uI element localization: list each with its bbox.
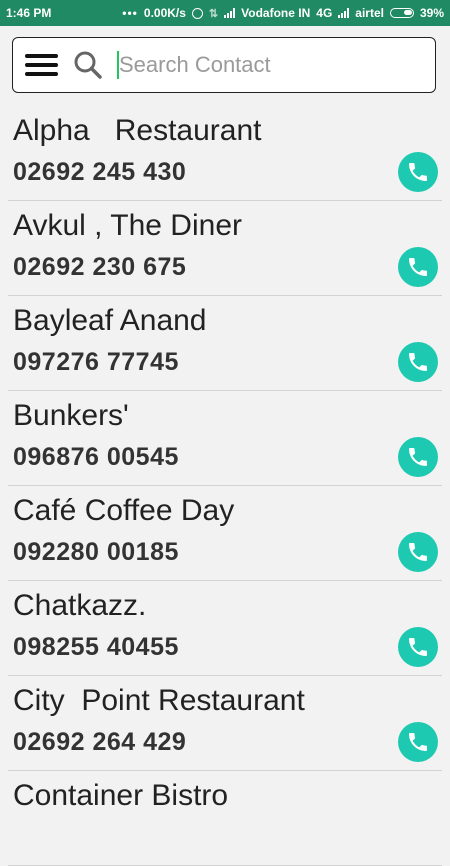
status-indicators: ••• 0.00K/s ⇅ Vodafone IN 4G airtel 39% [122, 6, 444, 20]
contact-phone: 02692 230 675 [13, 253, 187, 281]
battery-icon [389, 8, 414, 18]
phone-call-icon[interactable] [398, 627, 438, 667]
contact-phone: 02692 245 430 [13, 158, 187, 186]
search-input[interactable] [119, 52, 419, 78]
notification-dots: ••• [122, 6, 138, 20]
status-bar: 1:46 PM ••• 0.00K/s ⇅ Vodafone IN 4G air… [0, 0, 450, 26]
contact-name: Avkul , The Diner [13, 209, 242, 242]
contact-list: Alpha Restaurant 02692 245 430 Avkul , The… [0, 106, 450, 866]
alarm-icon [191, 7, 203, 19]
contact-row[interactable]: Container Bistro [0, 771, 450, 866]
network-speed: 0.00K/s [143, 6, 186, 20]
search-bar [12, 37, 436, 93]
contact-name: Bunkers' [13, 399, 129, 432]
contact-name: Chatkazz. [13, 589, 147, 622]
contact-name: Alpha Restaurant [13, 114, 262, 147]
carrier-2: airtel [355, 6, 384, 20]
contact-row[interactable]: Chatkazz. 098255 40455 [0, 581, 450, 676]
contact-name: City Point Restaurant [13, 684, 305, 717]
contact-row[interactable]: Alpha Restaurant 02692 245 430 [0, 106, 450, 201]
battery-percent: 39% [419, 6, 444, 20]
status-time: 1:46 PM [6, 6, 52, 20]
contact-name: Café Coffee Day [13, 494, 235, 527]
signal-icon [224, 8, 236, 18]
contact-row[interactable]: Avkul , The Diner 02692 230 675 [0, 201, 450, 296]
contact-name: Bayleaf Anand [13, 304, 207, 337]
contact-row[interactable]: Bayleaf Anand 097276 77745 [0, 296, 450, 391]
phone-call-icon[interactable] [398, 532, 438, 572]
phone-call-icon[interactable] [398, 437, 438, 477]
contact-phone: 092280 00185 [13, 538, 179, 566]
contact-name: Container Bistro [13, 779, 229, 812]
phone-call-icon[interactable] [398, 247, 438, 287]
phone-call-icon[interactable] [398, 722, 438, 762]
menu-icon[interactable] [25, 47, 61, 83]
network-type: 4G [316, 6, 333, 20]
contact-row[interactable]: Café Coffee Day 092280 00185 [0, 486, 450, 581]
phone-call-icon[interactable] [398, 342, 438, 382]
contact-row[interactable]: City Point Restaurant 02692 264 429 [0, 676, 450, 771]
contact-phone: 02692 264 429 [13, 728, 187, 756]
contact-phone: 097276 77745 [13, 348, 179, 376]
signal-icon-2 [338, 8, 350, 18]
phone-call-icon[interactable] [398, 152, 438, 192]
search-icon[interactable] [73, 50, 103, 80]
contact-row[interactable]: Bunkers' 096876 00545 [0, 391, 450, 486]
contact-phone: 096876 00545 [13, 443, 179, 471]
contact-phone: 098255 40455 [13, 633, 179, 661]
data-arrows-icon: ⇅ [208, 7, 219, 20]
carrier-1: Vodafone IN [241, 6, 311, 20]
